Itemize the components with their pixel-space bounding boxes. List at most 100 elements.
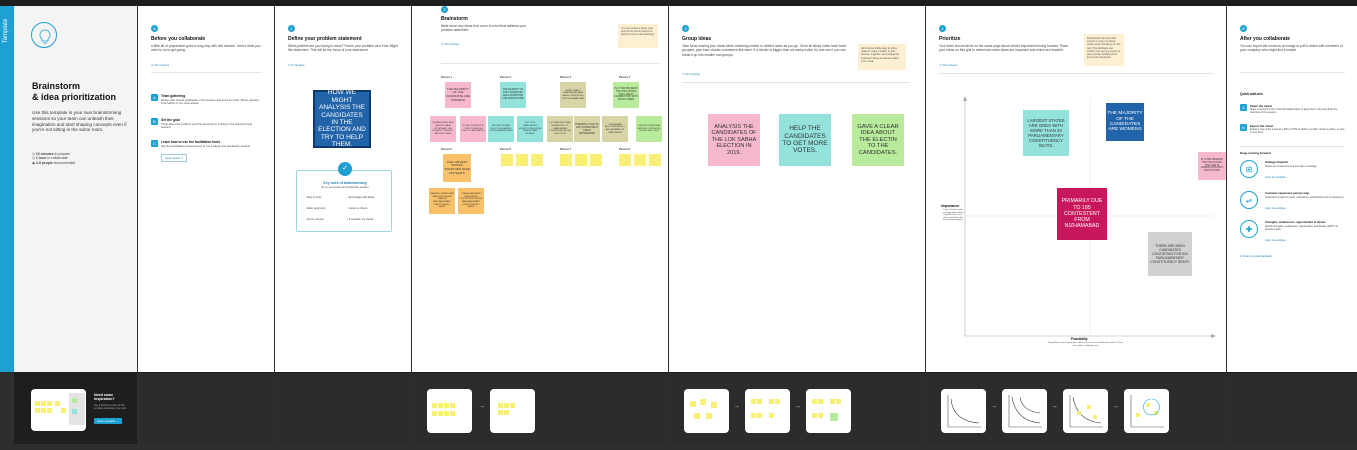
bottom-strip-after bbox=[1227, 372, 1357, 444]
step-thumbnail bbox=[490, 389, 535, 433]
x-axis-label: Feasibility bbox=[1071, 337, 1088, 341]
sticky-note[interactable]: WOMEN IN ALL AGE GROUPS HAVE VOTED AND T… bbox=[430, 116, 456, 142]
open-template-link[interactable]: Open the template → bbox=[1265, 239, 1289, 242]
rule-6: ◦ If possible, be visual. bbox=[347, 218, 374, 221]
sticky-note[interactable]: THE MAJORITY OF THE CANDIDATE ARE WOMENS bbox=[445, 82, 471, 108]
group-description: Take turns sharing your ideas while clus… bbox=[682, 44, 847, 57]
problem-statement-note[interactable]: HOW WE MIGHT ANALYSIS THE CANDIDATES IN … bbox=[313, 89, 371, 148]
group-panel: 3 Group ideas Take turns sharing your id… bbox=[669, 6, 925, 372]
step-thumbnail bbox=[1002, 389, 1047, 433]
arrow-icon: → bbox=[478, 403, 485, 410]
rule-2: ◦ Encourage wild ideas. bbox=[347, 196, 375, 199]
person-label: Person 8 bbox=[619, 148, 630, 151]
sticky-note[interactable]: MORE THAN 2 CANDIDATES HAVE BEEN CONTEST… bbox=[560, 82, 586, 108]
open-article-button[interactable]: Open article ↗ bbox=[161, 154, 188, 162]
brainstorm-title: Brainstorm bbox=[441, 16, 468, 22]
inspiration-text: See a finished version of this template … bbox=[94, 404, 127, 410]
sticky-note[interactable]: OUT HAS THE THIRD HIGHEST NO OF CANDIDAT… bbox=[547, 116, 573, 142]
item-badge: C bbox=[151, 140, 158, 147]
group-label-note[interactable]: GAVE A CLEAR IDEA ABOUT THE ELECTIN TO T… bbox=[852, 114, 904, 166]
open-template-link[interactable]: Open the template → bbox=[1265, 207, 1289, 210]
person-label: Person 7 bbox=[560, 148, 571, 151]
sticky-note[interactable]: OUT OF 8 CANDIDATES SHORTLISTED MORE THA… bbox=[517, 116, 543, 142]
sticky-note[interactable]: THE MAJORITY OF THE CANDIDATES ARE CONTE… bbox=[500, 82, 526, 108]
y-axis-label: Importance bbox=[941, 204, 960, 208]
person-label: Person 3 bbox=[560, 76, 571, 79]
sticky-note[interactable]: VOTER TURNOUT IN CONSTITUENCIES FOR SC C… bbox=[460, 116, 486, 142]
open-template-link[interactable]: Open the template → bbox=[1265, 176, 1289, 179]
priority-note[interactable]: THERE ARE BEEN CANDIDATES CONTISTING FOR… bbox=[1148, 232, 1192, 276]
sticky-note[interactable]: PRIMARILY DUE TO 185 CONTESTENT FROM NIZ… bbox=[574, 116, 600, 142]
item-text: Use the Facilitation Superpowers to run … bbox=[161, 144, 251, 148]
empty-sticky[interactable] bbox=[501, 154, 513, 166]
intro-meta: ◷ 10 minutes to prepare ◷ 1 hour to coll… bbox=[32, 152, 127, 165]
empty-sticky[interactable] bbox=[634, 154, 646, 166]
template-text: Understand customer needs, motivations, … bbox=[1265, 196, 1345, 199]
sticky-note[interactable]: THE MOST NATIONAL PARTIES CONTESTED IN T… bbox=[636, 116, 662, 142]
sticky-note[interactable]: WE SEE WOMEN ELECTORS HAVING OUTNUMBERED… bbox=[488, 116, 514, 142]
group-label-note[interactable]: ANALYSIS THE CANDIDATES OF THE LOK SABHA… bbox=[708, 114, 760, 166]
priority-note[interactable]: THE MAJORITY OF THE CANDIDATES ARE WOMEN… bbox=[1106, 103, 1144, 141]
step-thumbnail bbox=[806, 389, 851, 433]
sticky-note[interactable]: TELANGANA ELECTION RESULT AND NUMBER OF … bbox=[602, 116, 628, 142]
group-title: Group ideas bbox=[682, 36, 712, 42]
sticky-note[interactable]: THE LARGEST STATES TOGETHER HAVE 239 SEA… bbox=[443, 154, 471, 182]
after-description: You can export the mural as an image or … bbox=[1240, 44, 1343, 53]
empty-sticky[interactable] bbox=[619, 154, 631, 166]
template-card-strategy[interactable]: ⊞ Strategy blueprint Define the componen… bbox=[1240, 160, 1350, 186]
arrow-icon: → bbox=[990, 403, 997, 410]
mural-canvas[interactable]: Template Brainstorm & idea prioritization… bbox=[0, 0, 1357, 450]
item-text: Export a copy of the mural as a PNG or P… bbox=[1250, 128, 1345, 134]
intro-title: Brainstorm & idea prioritization bbox=[32, 81, 117, 102]
empty-sticky[interactable] bbox=[575, 154, 587, 166]
empty-sticky[interactable] bbox=[649, 154, 661, 166]
define-panel: 1 Define your problem statement What pro… bbox=[275, 6, 411, 372]
empty-sticky[interactable] bbox=[590, 154, 602, 166]
step-thumbnail bbox=[1124, 389, 1169, 433]
empty-sticky[interactable] bbox=[531, 154, 543, 166]
define-title: Define your problem statement bbox=[288, 36, 362, 42]
tip-note: You can select a sticky note and hit the… bbox=[618, 24, 658, 48]
step-badge-1: 1 bbox=[288, 25, 295, 32]
priority-note[interactable]: PRIMARILY DUE TO 185 CONTESTENT FROM NIZ… bbox=[1057, 188, 1107, 240]
step-badge-2: 2 bbox=[441, 6, 448, 13]
rules-subtitle: To run an smooth and productive session bbox=[321, 186, 369, 189]
sticky-note[interactable]: THERE ARE BEEN CANDIDATES CONTISTING FOR… bbox=[458, 188, 484, 214]
arrow-icon: → bbox=[794, 403, 801, 410]
bottom-strip-group: → → bbox=[669, 372, 925, 444]
person-label: Person 6 bbox=[500, 148, 511, 151]
template-card-journey[interactable]: ⇌ Customer experience journey map Unders… bbox=[1240, 191, 1350, 217]
x-axis-description: Regardless of their importance, which ta… bbox=[1048, 342, 1124, 347]
bottom-strip-brainstorm: → bbox=[412, 372, 668, 444]
priority-note[interactable]: LARGEST STATES ARE ONES WITH MORE THAN 2… bbox=[1023, 110, 1069, 156]
sticky-note[interactable]: LARGEST STATES ARE ONES WITH MORE THAN 2… bbox=[429, 188, 455, 214]
open-example-button[interactable]: Open example → bbox=[94, 418, 122, 424]
priority-note[interactable]: IN UTTAR PRADESH THE TWO STATES THEY ARE… bbox=[1198, 152, 1226, 180]
inspiration-strip: Need some inspiration? See a finished ve… bbox=[14, 372, 137, 444]
empty-sticky[interactable] bbox=[516, 154, 528, 166]
divider bbox=[151, 72, 261, 73]
y-axis-description: If each of these tasks could get done wi… bbox=[942, 209, 964, 222]
intro-panel: Brainstorm & idea prioritization Use this… bbox=[14, 6, 137, 372]
before-time: ◷ 10 minutes bbox=[151, 63, 170, 67]
group-label-note[interactable]: HELP THE CANDIDATES TO GET MORE VOTES. bbox=[779, 114, 831, 166]
step-badge-a: A bbox=[151, 25, 158, 32]
before-panel: A Before you collaborate A little bit of… bbox=[138, 6, 274, 372]
intro-description: Use this template in your own brainstorm… bbox=[32, 110, 127, 133]
before-title: Before you collaborate bbox=[151, 36, 206, 42]
arrow-icon: → bbox=[733, 403, 740, 410]
rule-1: ◦ Stay in topic. bbox=[305, 196, 323, 199]
brainstorm-time: ◷ 10 minutes bbox=[441, 42, 460, 46]
divider bbox=[1240, 146, 1345, 147]
arrow-icon: → bbox=[1112, 403, 1119, 410]
person-label: Person 2 bbox=[500, 76, 511, 79]
template-card-swot[interactable]: ✚ Strengths, weaknesses, opportunities &… bbox=[1240, 220, 1350, 246]
sticky-note[interactable]: IN UTTAR PRADESH THE TWO STATES THEY ARE… bbox=[613, 82, 639, 108]
example-thumbnail[interactable] bbox=[31, 389, 86, 431]
inspiration-title: Need some inspiration? bbox=[94, 393, 115, 402]
empty-sticky[interactable] bbox=[560, 154, 572, 166]
rules-icon: ✓ bbox=[338, 162, 352, 176]
brainstorm-panel: 2 Brainstorm Write down any ideas that c… bbox=[412, 6, 668, 372]
share-feedback-link[interactable]: ✉ Share template feedback bbox=[1240, 255, 1272, 258]
template-text: Identify strengths, weaknesses, opportun… bbox=[1265, 225, 1339, 231]
